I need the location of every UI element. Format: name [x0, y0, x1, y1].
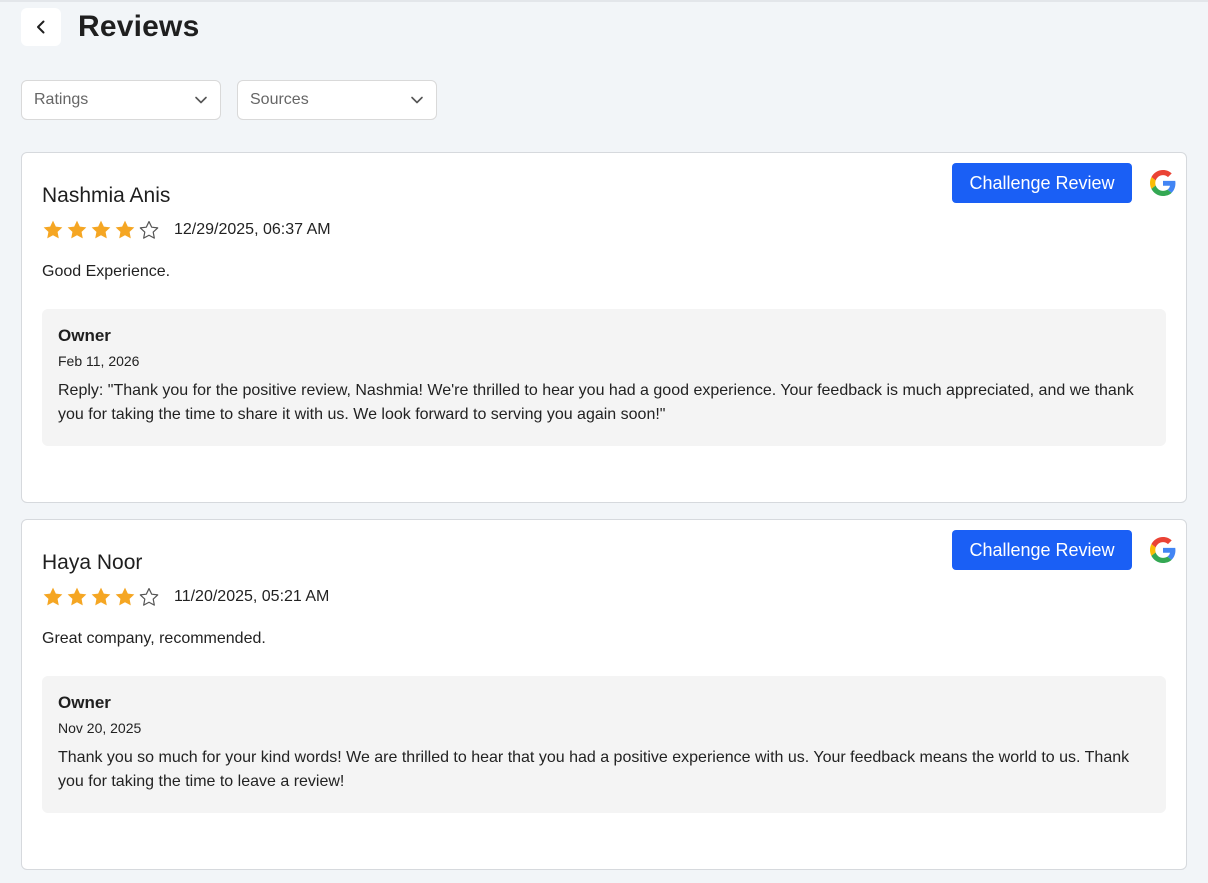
reviewer-name: Nashmia Anis [42, 184, 171, 207]
star-filled-icon [67, 587, 87, 606]
google-icon [1150, 537, 1176, 563]
rating-row: 12/29/2025, 06:37 AM [42, 218, 331, 242]
rating-row: 11/20/2025, 05:21 AM [42, 585, 329, 609]
google-icon [1150, 170, 1176, 196]
top-divider [0, 0, 1208, 2]
reply-author: Owner [58, 326, 111, 345]
challenge-review-button[interactable]: Challenge Review [952, 530, 1132, 570]
star-filled-icon [91, 587, 111, 606]
review-date: 12/29/2025, 06:37 AM [174, 221, 331, 238]
chevron-down-icon [410, 93, 424, 107]
review-card: Challenge Review Nashmia Anis 12/29/2025… [21, 152, 1187, 503]
reply-date: Feb 11, 2026 [58, 353, 140, 369]
chevron-down-icon [194, 93, 208, 107]
owner-reply: Owner Feb 11, 2026 Reply: "Thank you for… [42, 309, 1166, 446]
reply-date: Nov 20, 2025 [58, 720, 142, 736]
sources-select-label: Sources [250, 91, 309, 108]
star-empty-icon [139, 220, 159, 239]
review-card: Challenge Review Haya Noor 11/20/2025, 0… [21, 519, 1187, 870]
page-header: Reviews [21, 8, 199, 46]
reviewer-name: Haya Noor [42, 551, 143, 574]
reply-text: Thank you so much for your kind words! W… [58, 749, 1130, 790]
review-text: Great company, recommended. [42, 630, 266, 647]
star-empty-icon [139, 587, 159, 606]
star-filled-icon [91, 220, 111, 239]
star-rating [42, 586, 160, 608]
filter-bar: Ratings Sources [21, 80, 437, 120]
ratings-select[interactable]: Ratings [21, 80, 221, 120]
reply-text: Reply: "Thank you for the positive revie… [58, 382, 1134, 423]
review-date: 11/20/2025, 05:21 AM [174, 588, 330, 605]
reply-author: Owner [58, 693, 111, 712]
star-filled-icon [115, 220, 135, 239]
page-title: Reviews [78, 10, 200, 43]
star-rating [42, 219, 160, 241]
chevron-left-icon [37, 20, 45, 34]
ratings-select-label: Ratings [34, 91, 89, 108]
review-text: Good Experience. [42, 263, 171, 280]
star-filled-icon [43, 220, 63, 239]
sources-select[interactable]: Sources [237, 80, 437, 120]
star-filled-icon [67, 220, 87, 239]
owner-reply: Owner Nov 20, 2025 Thank you so much for… [42, 676, 1166, 813]
challenge-review-button[interactable]: Challenge Review [952, 163, 1132, 203]
back-button[interactable] [21, 8, 61, 46]
star-filled-icon [115, 587, 135, 606]
star-filled-icon [43, 587, 63, 606]
